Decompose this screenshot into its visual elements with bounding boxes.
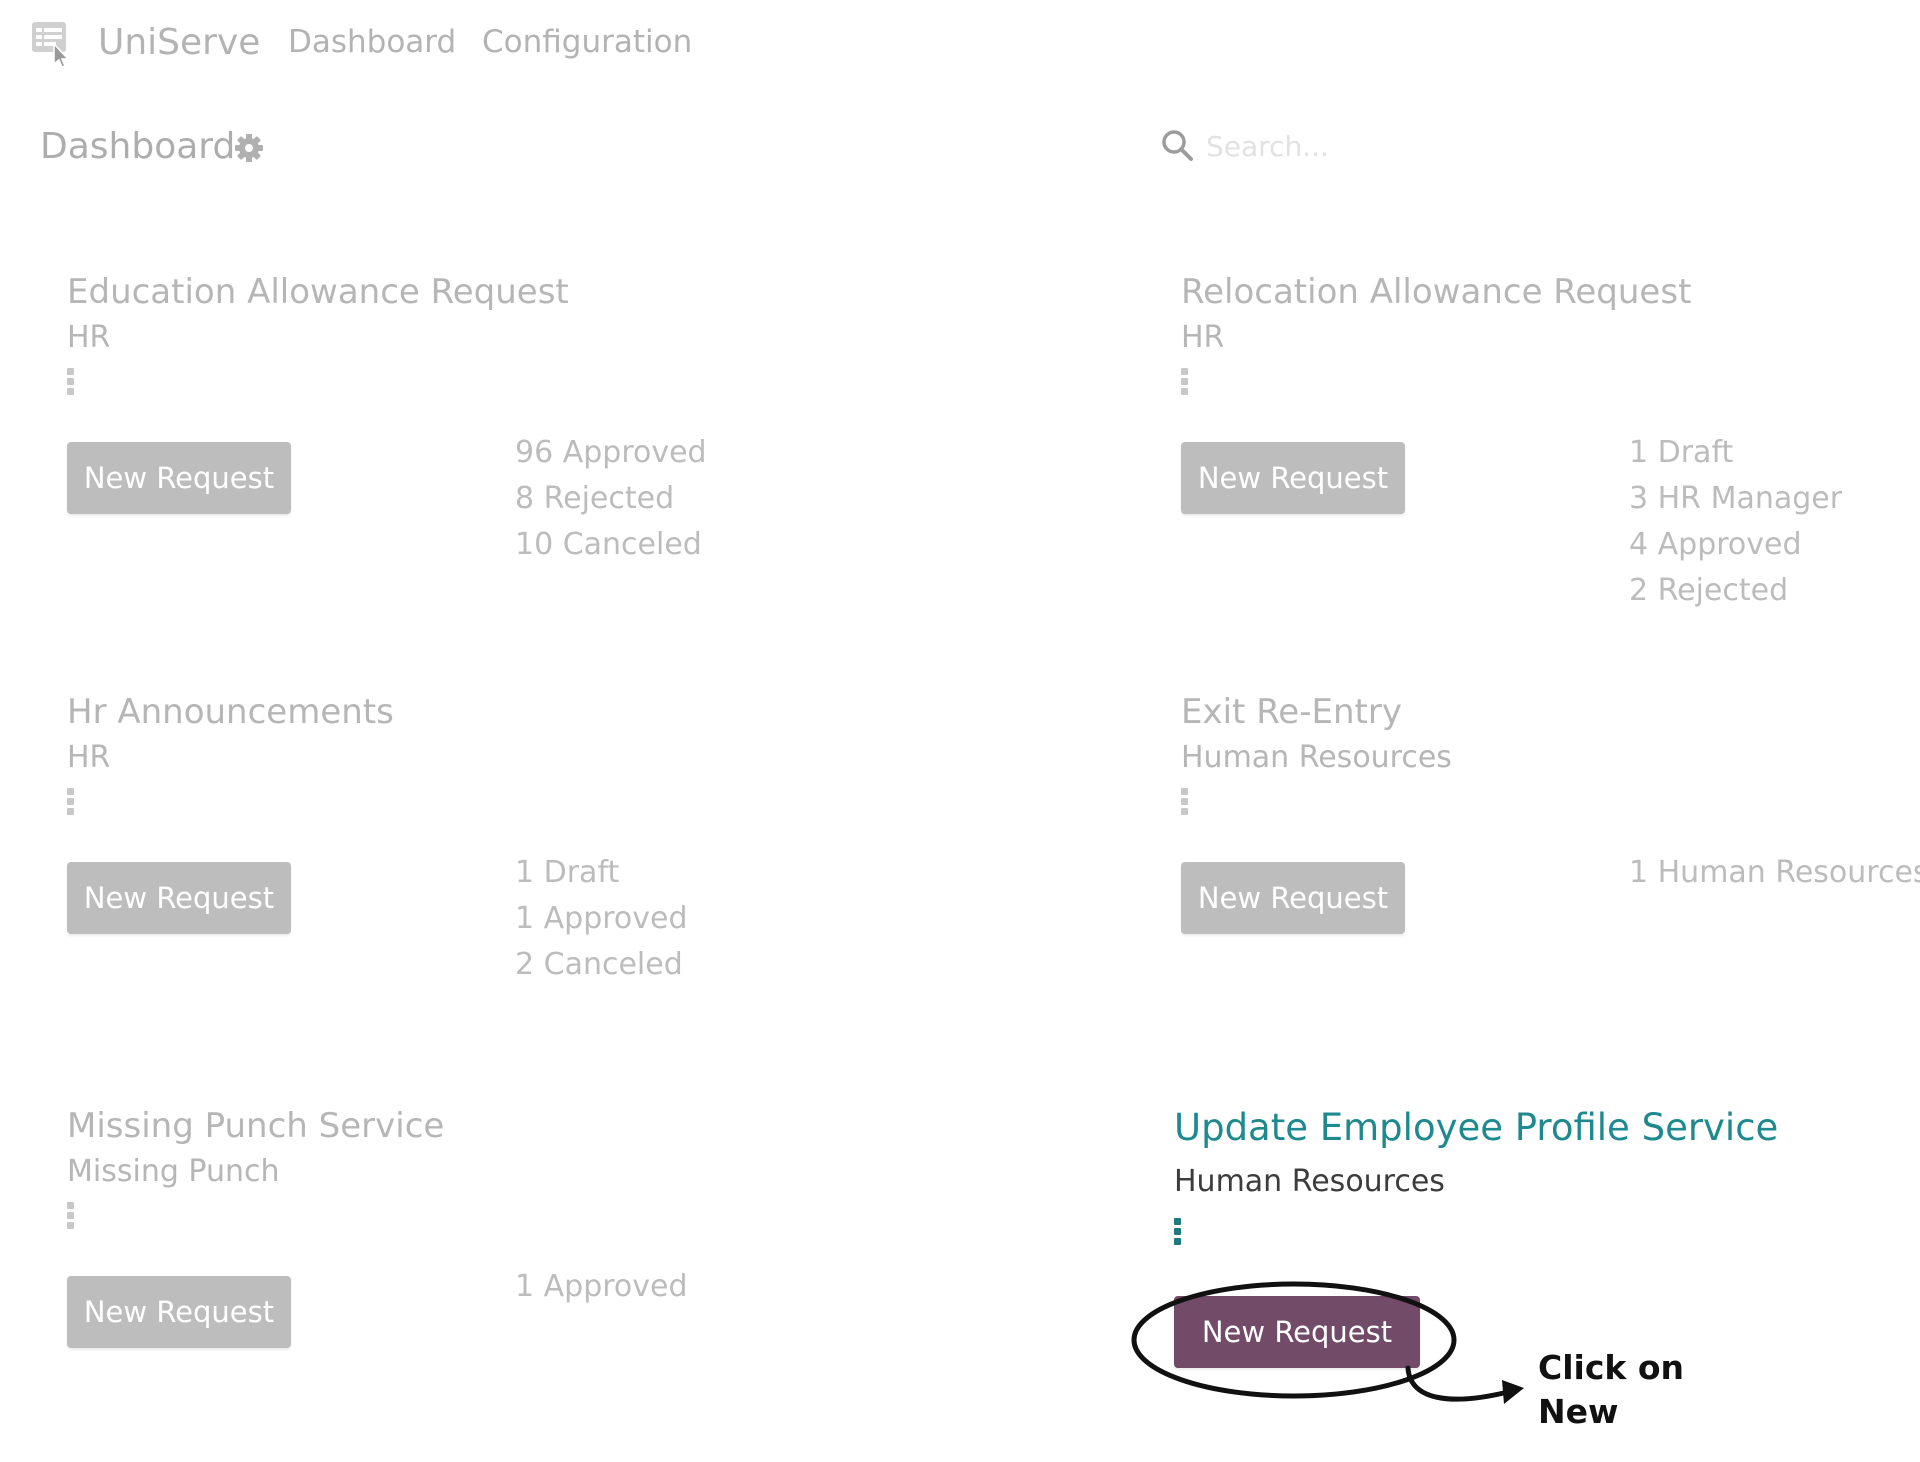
stat-link[interactable]: 1 Draft <box>1629 430 1842 476</box>
stat-link[interactable]: 1 Draft <box>515 850 688 896</box>
card-subtitle: HR <box>67 740 111 775</box>
stats-list: 1 Draft 1 Approved 2 Canceled <box>515 850 688 988</box>
page-title: Dashboard <box>40 126 236 167</box>
new-request-button[interactable]: New Request <box>67 442 291 514</box>
annotation-line-1: Click on <box>1538 1348 1685 1387</box>
service-card: Relocation Allowance Request HR New Requ… <box>1181 272 1920 652</box>
stat-link[interactable]: 3 HR Manager <box>1629 476 1842 522</box>
new-request-button[interactable]: New Request <box>67 862 291 934</box>
kebab-menu-icon[interactable] <box>67 1202 77 1230</box>
stats-list: 1 Draft 3 HR Manager 4 Approved 2 Reject… <box>1629 430 1842 614</box>
stat-link[interactable]: 1 Approved <box>515 1264 688 1310</box>
service-card: Education Allowance Request HR New Reque… <box>67 272 947 652</box>
gear-icon[interactable] <box>234 133 264 163</box>
card-subtitle: Missing Punch <box>67 1154 280 1189</box>
kebab-menu-icon[interactable] <box>67 788 77 816</box>
card-subtitle: Human Resources <box>1174 1164 1445 1199</box>
card-subtitle: Human Resources <box>1181 740 1452 775</box>
kebab-menu-icon[interactable] <box>1181 368 1191 396</box>
stats-list: 1 Human Resources <box>1629 850 1920 896</box>
new-request-button[interactable]: New Request <box>67 1276 291 1348</box>
new-request-button[interactable]: New Request <box>1181 862 1405 934</box>
stat-link[interactable]: 8 Rejected <box>515 476 707 522</box>
card-subtitle: HR <box>1181 320 1225 355</box>
search-icon[interactable] <box>1160 128 1194 162</box>
card-title[interactable]: Exit Re-Entry <box>1181 692 1402 732</box>
arrow-icon <box>1405 1365 1524 1404</box>
annotation-line-2: New <box>1538 1392 1619 1431</box>
card-title[interactable]: Hr Announcements <box>67 692 394 732</box>
new-request-button[interactable]: New Request <box>1174 1296 1420 1368</box>
stat-link[interactable]: 10 Canceled <box>515 522 707 568</box>
app-logo-icon[interactable] <box>30 20 74 68</box>
card-title[interactable]: Relocation Allowance Request <box>1181 272 1691 312</box>
nav-configuration-link[interactable]: Configuration <box>482 24 692 60</box>
stats-list: 96 Approved 8 Rejected 10 Canceled <box>515 430 707 568</box>
stat-link[interactable]: 2 Rejected <box>1629 568 1842 614</box>
card-title[interactable]: Missing Punch Service <box>67 1106 444 1146</box>
card-title[interactable]: Education Allowance Request <box>67 272 569 312</box>
stat-link[interactable]: 1 Approved <box>515 896 688 942</box>
service-card: Hr Announcements HR New Request 1 Draft … <box>67 692 947 1072</box>
stats-list: 1 Approved <box>515 1264 688 1310</box>
stat-link[interactable]: 96 Approved <box>515 430 707 476</box>
service-card: Missing Punch Service Missing Punch New … <box>67 1106 947 1462</box>
stat-link[interactable]: 4 Approved <box>1629 522 1842 568</box>
kebab-menu-icon[interactable] <box>1181 788 1191 816</box>
new-request-button[interactable]: New Request <box>1181 442 1405 514</box>
kebab-menu-icon[interactable] <box>1174 1218 1184 1246</box>
card-title[interactable]: Update Employee Profile Service <box>1174 1106 1778 1149</box>
kebab-menu-icon[interactable] <box>67 368 77 396</box>
service-card: Exit Re-Entry Human Resources New Reques… <box>1181 692 1920 1072</box>
app-name[interactable]: UniServe <box>98 22 260 63</box>
stat-link[interactable]: 2 Canceled <box>515 942 688 988</box>
annotation-text: Click on New <box>1538 1346 1738 1434</box>
top-navbar: UniServe Dashboard Configuration <box>0 0 1920 90</box>
nav-dashboard-link[interactable]: Dashboard <box>288 24 456 60</box>
card-subtitle: HR <box>67 320 111 355</box>
search-input[interactable] <box>1206 124 1806 168</box>
stat-link[interactable]: 1 Human Resources <box>1629 850 1920 896</box>
